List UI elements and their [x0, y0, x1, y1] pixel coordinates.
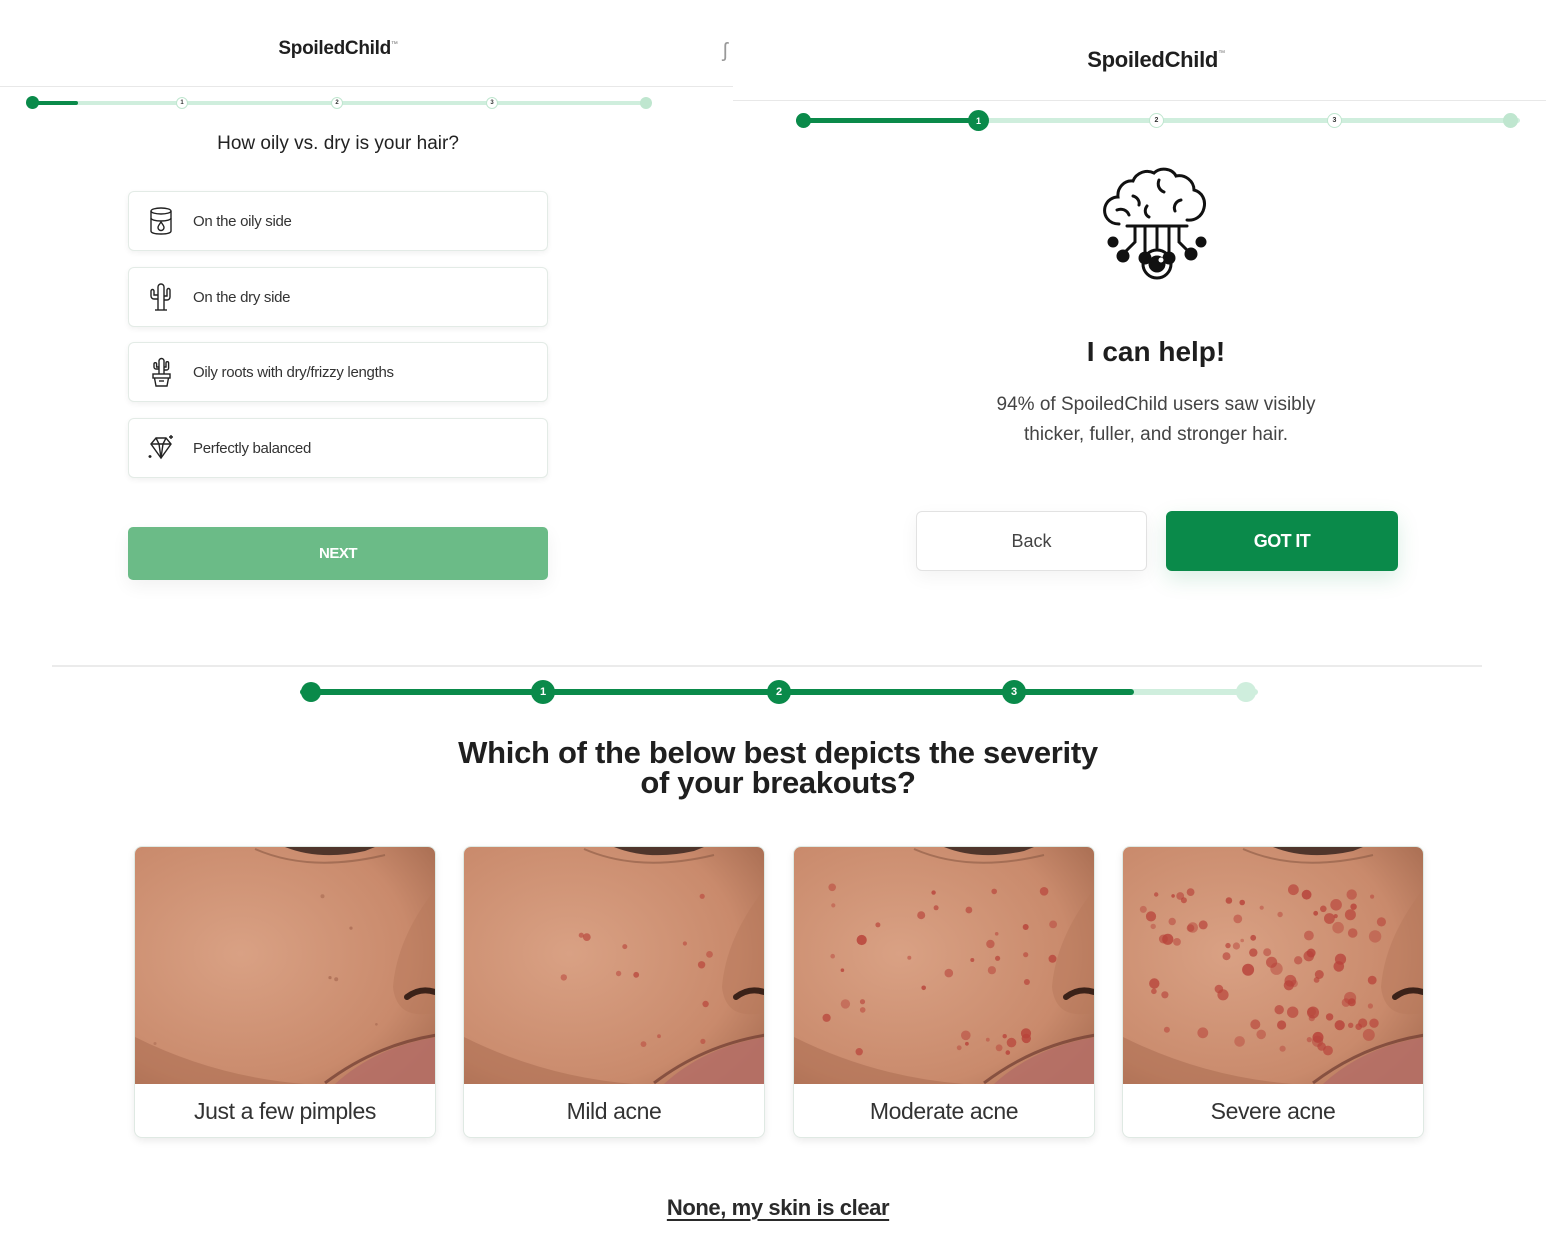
back-button[interactable]: Back	[916, 511, 1147, 571]
question-line: of your breakouts?	[640, 765, 916, 800]
help-text-line: thicker, fuller, and stronger hair.	[1023, 424, 1289, 445]
header-divider	[0, 86, 733, 87]
option-balanced[interactable]: Perfectly balanced	[128, 418, 548, 478]
progress-step-3: 3	[486, 97, 498, 109]
option-label: Perfectly balanced	[193, 439, 312, 457]
card-label: Just a few pimples	[194, 1098, 376, 1124]
progress-end-dot	[1503, 113, 1518, 128]
header-divider	[733, 100, 1546, 101]
progress-end-dot	[1236, 682, 1256, 702]
section-divider	[52, 665, 1482, 667]
progress-step-1: 1	[968, 110, 989, 131]
progress-step-2: 2	[331, 97, 343, 109]
progress-start-dot	[796, 113, 811, 128]
cactus-icon	[146, 282, 176, 312]
progress-fill	[796, 118, 974, 123]
question-line: Which of the below best depicts the seve…	[458, 735, 1098, 770]
option-label: Oily roots with dry/frizzy lengths	[193, 363, 394, 381]
skin-photo	[135, 847, 435, 1084]
progress-step-3: 3	[1327, 113, 1342, 128]
option-oily-roots[interactable]: Oily roots with dry/frizzy lengths	[128, 342, 548, 402]
progress-step-3: 3	[1002, 680, 1026, 704]
truncated-icon: ʃ	[723, 40, 728, 62]
progress-step-2: 2	[767, 680, 791, 704]
progress-start-dot	[26, 96, 39, 109]
brand-logo: SpoiledChild™	[278, 38, 398, 59]
option-label: On the dry side	[193, 288, 291, 306]
progress-step-1: 1	[531, 680, 555, 704]
hair-question: How oily vs. dry is your hair?	[217, 133, 459, 154]
option-dry[interactable]: On the dry side	[128, 267, 548, 327]
help-title: I can help!	[1086, 336, 1226, 367]
progress-end-dot	[640, 97, 652, 109]
breakouts-progress: 1 2 3	[300, 679, 1258, 705]
help-text-line: 94% of SpoiledChild users saw visibly	[996, 394, 1316, 415]
severity-card-moderate[interactable]: Moderate acne	[793, 846, 1095, 1138]
none-skin-clear-link[interactable]: None, my skin is clear	[0, 1195, 1546, 1221]
progress-step-1: 1	[176, 97, 188, 109]
card-label: Severe acne	[1210, 1098, 1336, 1124]
hair-quiz-progress: 1 2 3	[26, 96, 652, 109]
help-text: 94% of SpoiledChild users saw visibly th…	[733, 390, 1546, 450]
skin-photo	[794, 847, 1094, 1084]
option-oily[interactable]: On the oily side	[128, 191, 548, 251]
card-label: Mild acne	[566, 1098, 662, 1124]
hair-quiz-panel: SpoiledChild™ ʃ 1 2 3 How oily vs. dry i…	[0, 0, 733, 640]
progress-start-dot	[301, 682, 321, 702]
severity-card-mild[interactable]: Mild acne	[463, 846, 765, 1138]
card-label: Moderate acne	[869, 1098, 1019, 1124]
oil-drop-jar-icon	[146, 206, 176, 236]
got-it-button[interactable]: GOT IT	[1166, 511, 1398, 571]
diamond-sparkle-icon	[146, 433, 176, 463]
skin-photo	[464, 847, 764, 1084]
severity-card-few-pimples[interactable]: Just a few pimples	[134, 846, 436, 1138]
breakouts-question: Which of the below best depicts the seve…	[0, 735, 1546, 800]
brain-circuit-icon	[1097, 166, 1217, 286]
option-label: On the oily side	[193, 212, 292, 230]
brand-logo: SpoiledChild™	[1087, 47, 1225, 72]
severity-card-severe[interactable]: Severe acne	[1122, 846, 1424, 1138]
next-button[interactable]: NEXT	[128, 527, 548, 580]
help-progress: 1 2 3	[796, 110, 1520, 131]
progress-step-2: 2	[1149, 113, 1164, 128]
skin-photo	[1123, 847, 1423, 1084]
help-panel: SpoiledChild™ 1 2 3 I can help! 94% of S…	[733, 0, 1546, 640]
potted-cactus-icon	[146, 357, 176, 387]
